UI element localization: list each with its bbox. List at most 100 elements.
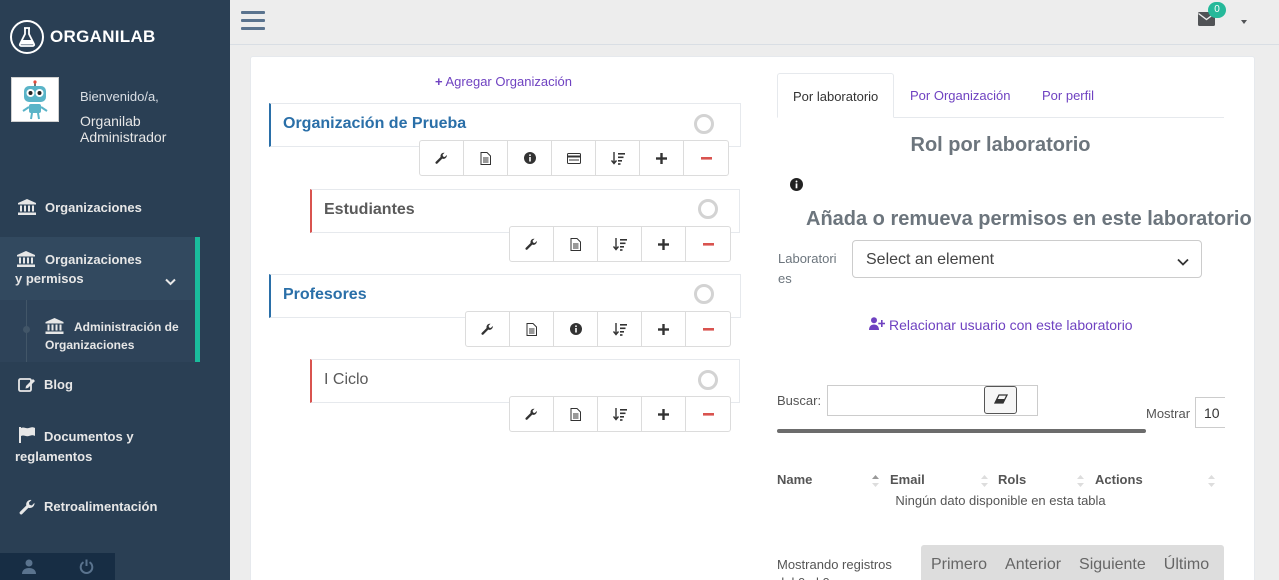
add-organization-label: Agregar Organización	[445, 74, 572, 89]
org-select-radio[interactable]	[698, 199, 718, 219]
username: Organilab Administrador	[80, 113, 167, 145]
org-actions	[419, 140, 729, 176]
wrench-icon[interactable]	[466, 312, 510, 346]
sort-icon[interactable]	[596, 141, 640, 175]
plus-icon: +	[435, 74, 443, 89]
column-header-name[interactable]: Name	[777, 472, 812, 487]
user-plus-icon	[869, 317, 886, 333]
plus-icon[interactable]	[642, 397, 686, 431]
minus-icon[interactable]	[686, 312, 730, 346]
document-icon[interactable]	[554, 227, 598, 261]
minus-icon[interactable]	[686, 397, 730, 431]
org-select-radio[interactable]	[694, 284, 714, 304]
sort-icon	[1077, 474, 1084, 487]
permission-tabs: Por laboratorio Por Organización Por per…	[777, 73, 1224, 118]
laboratories-label: Laboratories	[778, 251, 837, 286]
notification-badge: 0	[1208, 2, 1226, 18]
plus-icon[interactable]	[640, 141, 684, 175]
document-icon[interactable]	[510, 312, 554, 346]
relate-user-link[interactable]: Relacionar usuario con este laboratorio	[869, 317, 1133, 333]
sort-icon[interactable]	[598, 312, 642, 346]
plus-icon[interactable]	[642, 227, 686, 261]
sidebar-item-label: Administración de Organizaciones	[45, 320, 179, 352]
sidebar-item-retroalimentacion[interactable]: Retroalimentación	[18, 498, 218, 516]
sort-icon	[981, 474, 988, 487]
pagination-first[interactable]: Primero	[921, 556, 996, 574]
info-icon[interactable]	[508, 141, 552, 175]
brand[interactable]: ORGANILAB	[10, 20, 156, 54]
sidebar-item-label: Retroalimentación	[44, 499, 158, 514]
org-title: Profesores	[283, 286, 367, 303]
org-title: I Ciclo	[324, 371, 369, 388]
sidebar-item-label: Organizaciones y permisos	[15, 252, 142, 286]
card-icon[interactable]	[552, 141, 596, 175]
org-select-radio[interactable]	[694, 114, 714, 134]
sidebar-footer	[0, 553, 115, 580]
laboratory-select-value: Select an element	[866, 251, 995, 268]
sort-icon[interactable]	[598, 227, 642, 261]
minus-icon[interactable]	[684, 141, 728, 175]
search-label: Buscar:	[777, 393, 822, 408]
edit-icon	[18, 376, 36, 394]
flag-icon	[19, 427, 37, 446]
document-icon[interactable]	[554, 397, 598, 431]
sidebar-item-organizaciones[interactable]: Organizaciones	[16, 198, 216, 218]
avatar[interactable]	[11, 77, 59, 122]
sidebar-item-blog[interactable]: Blog	[18, 376, 218, 394]
tab-por-laboratorio[interactable]: Por laboratorio	[777, 73, 895, 118]
org-actions	[509, 396, 731, 432]
wrench-icon[interactable]	[510, 397, 554, 431]
sort-icon	[872, 474, 879, 487]
pagination-next[interactable]: Siguiente	[1070, 556, 1155, 574]
sidebar-item-admin-organizaciones[interactable]: Administración de Organizaciones	[45, 318, 195, 354]
sidebar-item-label: Organizaciones	[45, 200, 142, 215]
pagination-previous[interactable]: Anterior	[996, 556, 1070, 574]
sidebar: ORGANILAB Bienvenido/a, Organilab Admini…	[0, 0, 230, 580]
permissions-subtitle: Añada o remueva permisos en este laborat…	[806, 208, 1252, 230]
sidebar-item-label: Blog	[44, 377, 73, 392]
column-header-rols[interactable]: Rols	[998, 472, 1026, 487]
menu-toggle-icon[interactable]	[241, 11, 265, 31]
tab-por-organizacion[interactable]: Por Organización	[895, 73, 1025, 118]
horizontal-scrollbar[interactable]	[777, 429, 1146, 433]
caret-down-icon[interactable]	[1241, 20, 1247, 24]
info-icon[interactable]	[790, 178, 803, 196]
pagination-last[interactable]: Último	[1155, 556, 1218, 574]
minus-icon[interactable]	[686, 227, 730, 261]
sidebar-item-documentos[interactable]: Documentos y reglamentos	[15, 427, 205, 467]
page-size-label: Mostrar	[1146, 406, 1191, 421]
power-icon[interactable]	[58, 553, 116, 580]
role-title: Rol por laboratorio	[910, 134, 1091, 156]
pagination: Primero Anterior Siguiente Último	[921, 545, 1224, 580]
plus-icon[interactable]	[642, 312, 686, 346]
column-header-email[interactable]: Email	[890, 472, 925, 487]
flask-icon	[10, 20, 44, 54]
table-info: Mostrando registros del 0 al 0	[777, 557, 892, 580]
top-navbar: 0	[230, 0, 1279, 45]
institution-icon	[16, 198, 38, 216]
tab-por-perfil[interactable]: Por perfil	[1027, 73, 1109, 118]
info-icon[interactable]	[554, 312, 598, 346]
chevron-down-icon	[1177, 253, 1189, 271]
eraser-icon	[993, 391, 1008, 409]
clear-search-button[interactable]	[984, 386, 1017, 414]
sidebar-item-label: Documentos y reglamentos	[15, 429, 134, 464]
laboratory-select[interactable]: Select an element	[852, 240, 1202, 278]
org-select-radio[interactable]	[698, 370, 718, 390]
column-header-actions[interactable]: Actions	[1095, 472, 1143, 487]
org-actions	[509, 226, 731, 262]
wrench-icon[interactable]	[420, 141, 464, 175]
sort-icon[interactable]	[598, 397, 642, 431]
page-size-select[interactable]: 10	[1195, 397, 1225, 428]
user-profile: Bienvenido/a, Organilab Administrador	[11, 77, 166, 145]
wrench-icon	[18, 498, 36, 516]
sidebar-item-organizaciones-permisos[interactable]: Organizaciones y permisos	[15, 248, 185, 286]
wrench-icon[interactable]	[510, 227, 554, 261]
brand-name: ORGANILAB	[50, 27, 156, 46]
user-icon[interactable]	[0, 553, 58, 580]
sort-icon	[1208, 474, 1215, 487]
org-title: Organización de Prueba	[283, 115, 467, 132]
document-icon[interactable]	[464, 141, 508, 175]
add-organization-link[interactable]: + Agregar Organización	[435, 74, 572, 89]
table-empty-message: Ningún dato disponible en esta tabla	[895, 493, 1106, 508]
